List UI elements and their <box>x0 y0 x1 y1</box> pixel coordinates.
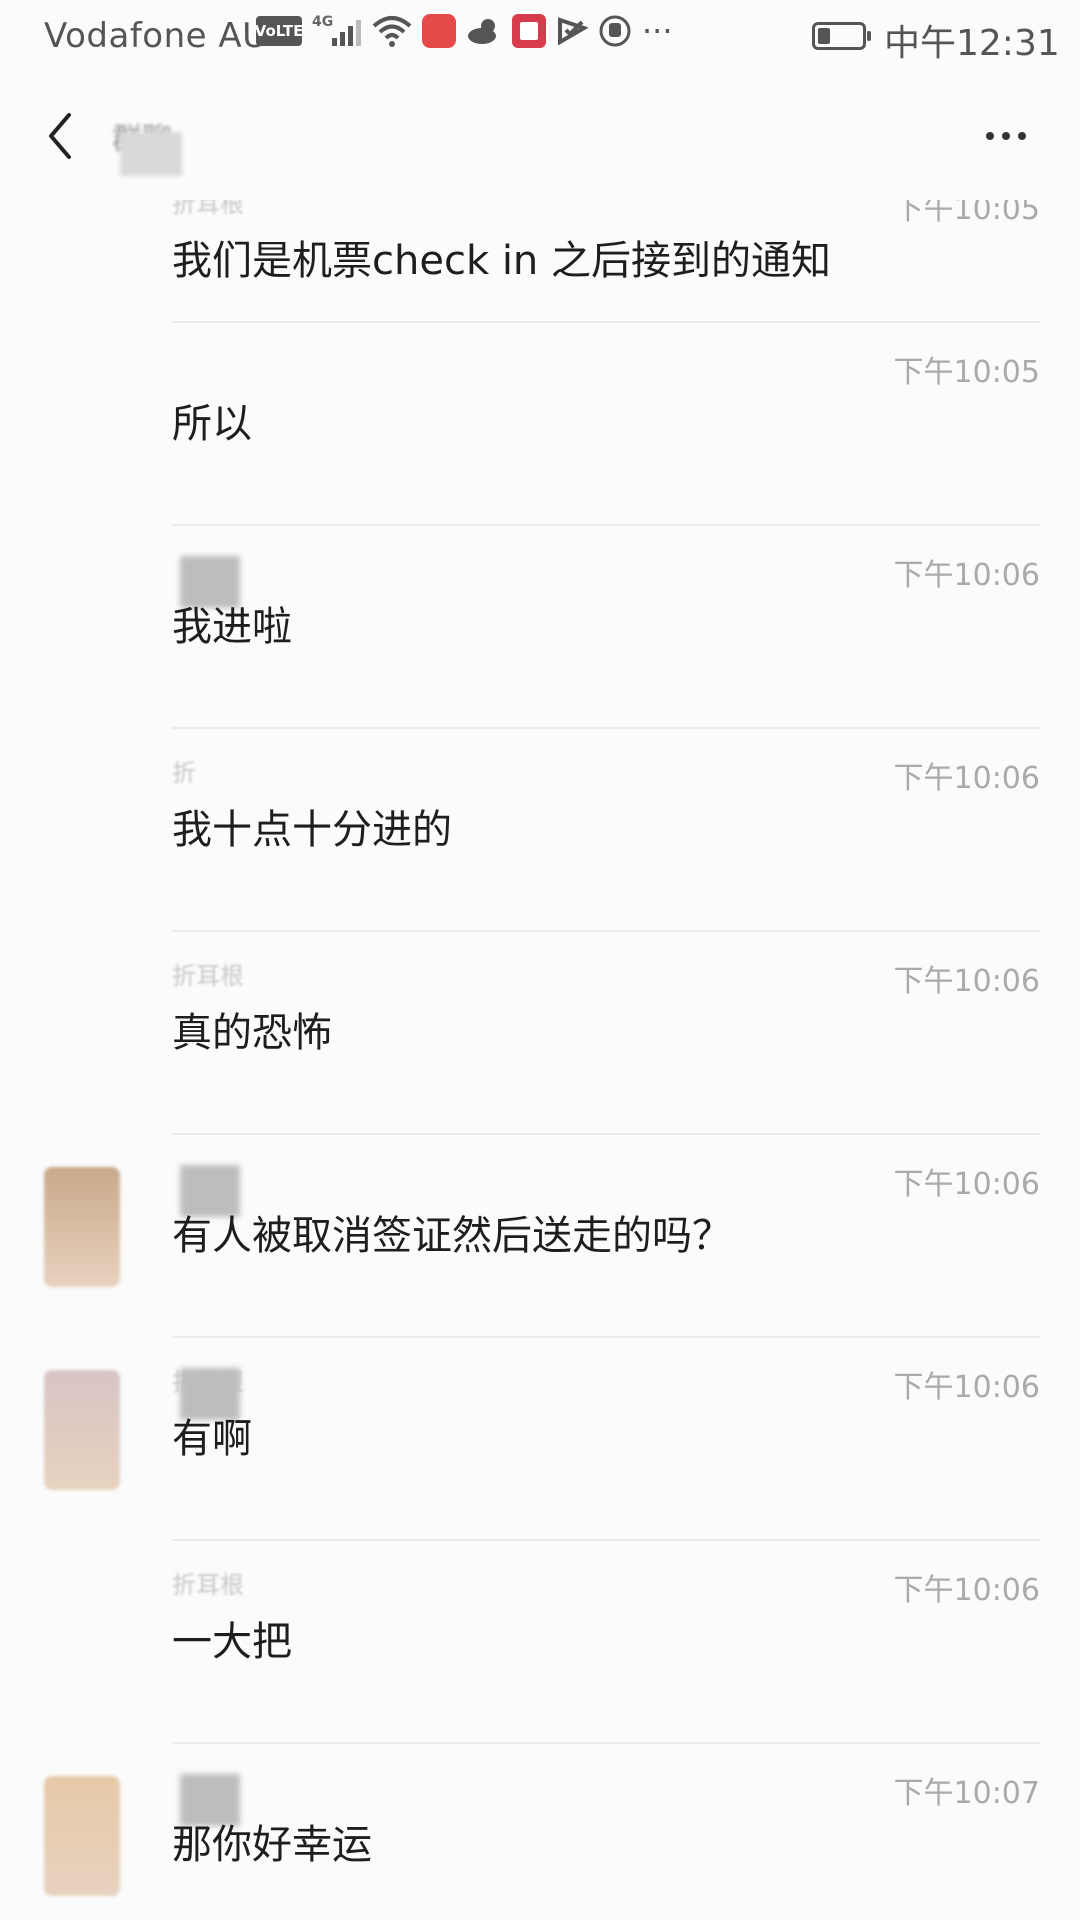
more-dots-icon <box>986 132 994 140</box>
message-item[interactable]: 折 下午10:06 我十点十分进的 <box>0 729 1080 932</box>
message-item[interactable]: 下午10:06 有人被取消签证然后送走的吗？ <box>0 1135 1080 1338</box>
message-time: 下午10:06 <box>893 1573 1040 1608</box>
message-item[interactable]: 下午10:05 所以 <box>0 323 1080 526</box>
nav-bar: 群聊 <box>0 76 1080 200</box>
volte-icon: VoLTE <box>255 16 303 46</box>
title-redaction <box>120 132 182 176</box>
message-time: 下午10:06 <box>893 761 1040 796</box>
avatar[interactable] <box>44 1167 120 1287</box>
message-time: 下午10:06 <box>893 964 1040 999</box>
book-app-icon <box>512 14 546 48</box>
chevron-left-icon <box>49 113 71 159</box>
message-item[interactable]: 折耳根 下午10:06 真的恐怖 <box>0 932 1080 1135</box>
message-time: 下午10:05 <box>893 200 1040 227</box>
message-time: 下午10:06 <box>893 558 1040 593</box>
hand-icon <box>599 15 631 47</box>
battery-icon <box>812 22 871 50</box>
message-text: 有人被取消签证然后送走的吗？ <box>172 1213 732 1259</box>
signal-icon: 4G <box>312 14 362 48</box>
network-type-label: 4G <box>312 14 334 30</box>
status-icons: VoLTE 4G ··· <box>255 12 673 50</box>
message-item[interactable]: 折耳根 下午10:06 一大把 <box>0 1541 1080 1744</box>
avatar[interactable] <box>44 1776 120 1896</box>
message-list[interactable]: 折耳根 下午10:05 我们是机票check in 之后接到的通知 下午10:05 所以… <box>0 200 1080 1920</box>
message-sender: 折耳根 <box>172 962 244 990</box>
more-button[interactable] <box>976 116 1036 156</box>
message-text: 所以 <box>172 401 252 447</box>
message-time: 下午10:05 <box>893 355 1040 390</box>
message-text: 有啊 <box>172 1416 252 1462</box>
huawei-app-icon <box>422 14 456 48</box>
message-text: 真的恐怖 <box>172 1010 332 1056</box>
avatar[interactable] <box>44 1370 120 1490</box>
message-text: 我十点十分进的 <box>172 807 452 853</box>
message-text: 我进啦 <box>172 604 292 650</box>
more-notifications-icon: ··· <box>642 12 673 50</box>
message-item[interactable]: 下午10:07 那你好幸运 <box>0 1744 1080 1920</box>
message-item[interactable]: 折耳根下午10:06有啊 <box>0 1338 1080 1541</box>
carrier-name: Vodafone AU <box>44 16 268 56</box>
clock: 中午12:31 <box>884 23 1060 64</box>
wifi-icon <box>372 16 412 47</box>
message-text: 一大把 <box>172 1619 292 1665</box>
message-time: 下午10:07 <box>893 1776 1040 1811</box>
status-bar: Vodafone AU VoLTE 4G ··· 中午12:31 <box>0 0 1080 76</box>
message-sender: 折耳根 <box>172 200 244 218</box>
message-text: 我们是机票check in 之后接到的通知 <box>172 238 832 284</box>
battery-level <box>818 28 830 44</box>
message-item[interactable]: 折耳根 下午10:05 我们是机票check in 之后接到的通知 <box>0 200 1080 323</box>
message-time: 下午10:06 <box>893 1167 1040 1202</box>
message-time: 下午10:06 <box>893 1370 1040 1405</box>
back-button[interactable] <box>30 106 90 166</box>
weather-icon <box>468 19 496 44</box>
message-item[interactable]: 下午10:06 我进啦 <box>0 526 1080 729</box>
message-sender: 折 <box>172 759 196 787</box>
message-text: 那你好幸运 <box>172 1822 372 1868</box>
message-sender: 折耳根 <box>172 1571 244 1599</box>
check-icon <box>558 17 588 46</box>
